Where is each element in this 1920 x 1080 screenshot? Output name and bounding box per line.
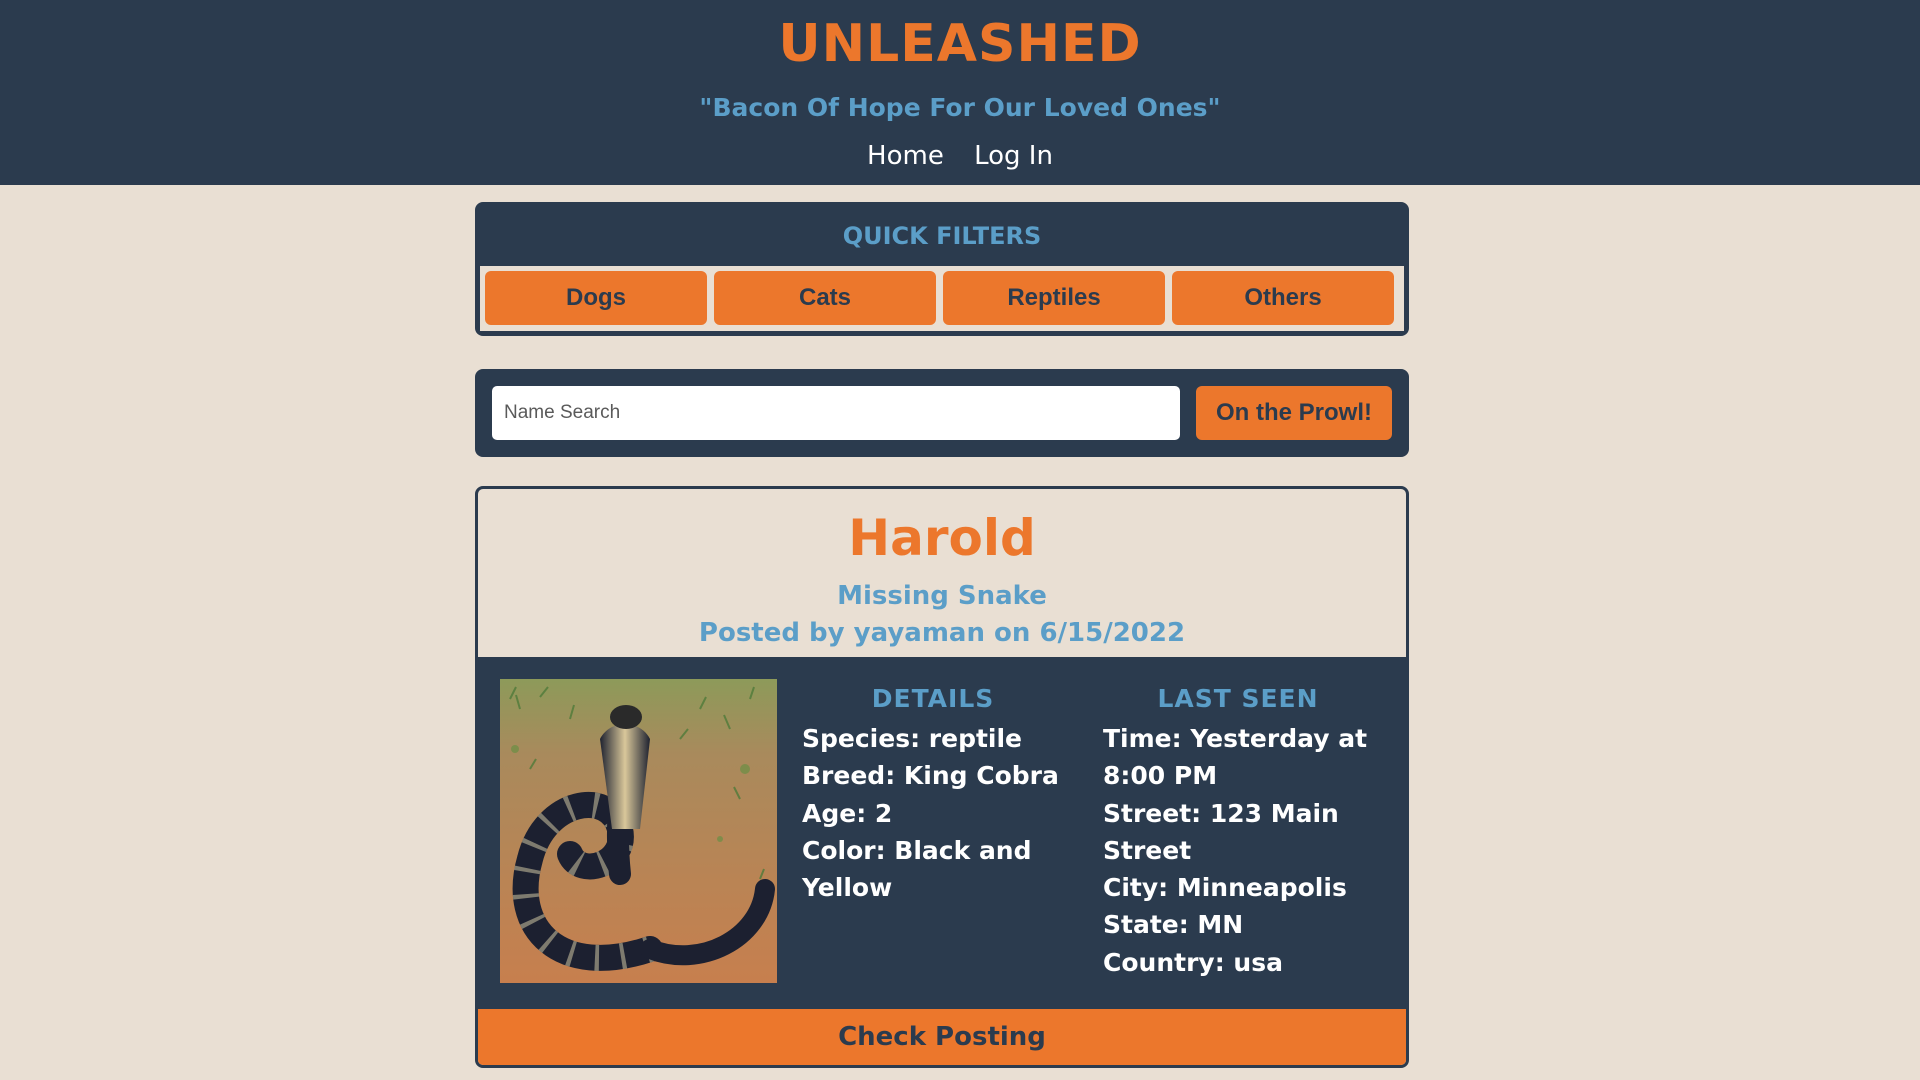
name-search-input[interactable] [492, 386, 1180, 440]
nav-home-link[interactable]: Home [867, 138, 944, 174]
king-cobra-photo [500, 679, 777, 983]
pet-name: Harold [848, 509, 1036, 567]
filter-reptiles-button[interactable]: Reptiles [943, 271, 1165, 325]
pet-details-panel: DETAILS Species: reptile Breed: King Cob… [478, 657, 1406, 1009]
pet-photo [500, 679, 777, 983]
detail-color: Color: Black and [802, 835, 1032, 865]
last-seen-time: Time: Yesterday at [1103, 724, 1368, 753]
last-seen-time-cont: 8:00 PM [1103, 761, 1218, 791]
posted-by-line: Posted by yayaman on 6/15/2022 [698, 618, 1186, 648]
quick-filters-panel: QUICK FILTERS Dogs Cats Reptiles Others [475, 202, 1409, 336]
detail-breed: Breed: King Cobra [802, 761, 1059, 791]
last-seen-city: City: Minneapolis [1103, 873, 1347, 903]
last-seen-heading: LAST SEEN [1157, 684, 1319, 713]
detail-color-cont: Yellow [802, 873, 893, 903]
last-seen-country: Country: usa [1103, 947, 1283, 977]
search-bar: On the Prowl! [475, 369, 1409, 457]
filter-others-button[interactable]: Others [1172, 271, 1394, 325]
quick-filters-title: QUICK FILTERS [842, 222, 1042, 250]
filter-cats-button[interactable]: Cats [714, 271, 936, 325]
site-header: UNLEASHED "Bacon Of Hope For Our Loved O… [0, 0, 1920, 185]
last-seen-list: Time: Yesterday at 8:00 PM Street: 123 M… [1103, 720, 1367, 981]
detail-species: Species: reptile [802, 724, 1023, 753]
pet-posting-card: Harold Missing Snake Posted by yayaman o… [475, 486, 1409, 1068]
last-seen-state: State: MN [1103, 910, 1244, 940]
quick-filters-tray: Dogs Cats Reptiles Others [480, 266, 1404, 331]
check-posting-button[interactable]: Check Posting [478, 1009, 1406, 1065]
last-seen-street-cont: Street [1103, 835, 1192, 865]
site-tagline: "Bacon Of Hope For Our Loved Ones" [699, 93, 1221, 122]
details-list: Species: reptile Breed: King Cobra Age: … [802, 720, 1059, 906]
last-seen-street: Street: 123 Main [1103, 798, 1339, 828]
site-title: UNLEASHED [778, 14, 1142, 74]
detail-age: Age: 2 [802, 798, 893, 828]
on-the-prowl-button[interactable]: On the Prowl! [1196, 386, 1392, 440]
details-heading: DETAILS [871, 684, 995, 713]
nav-login-link[interactable]: Log In [974, 138, 1053, 174]
top-nav: Home Log In [0, 138, 1920, 174]
filter-dogs-button[interactable]: Dogs [485, 271, 707, 325]
pet-status: Missing Snake [837, 581, 1047, 611]
